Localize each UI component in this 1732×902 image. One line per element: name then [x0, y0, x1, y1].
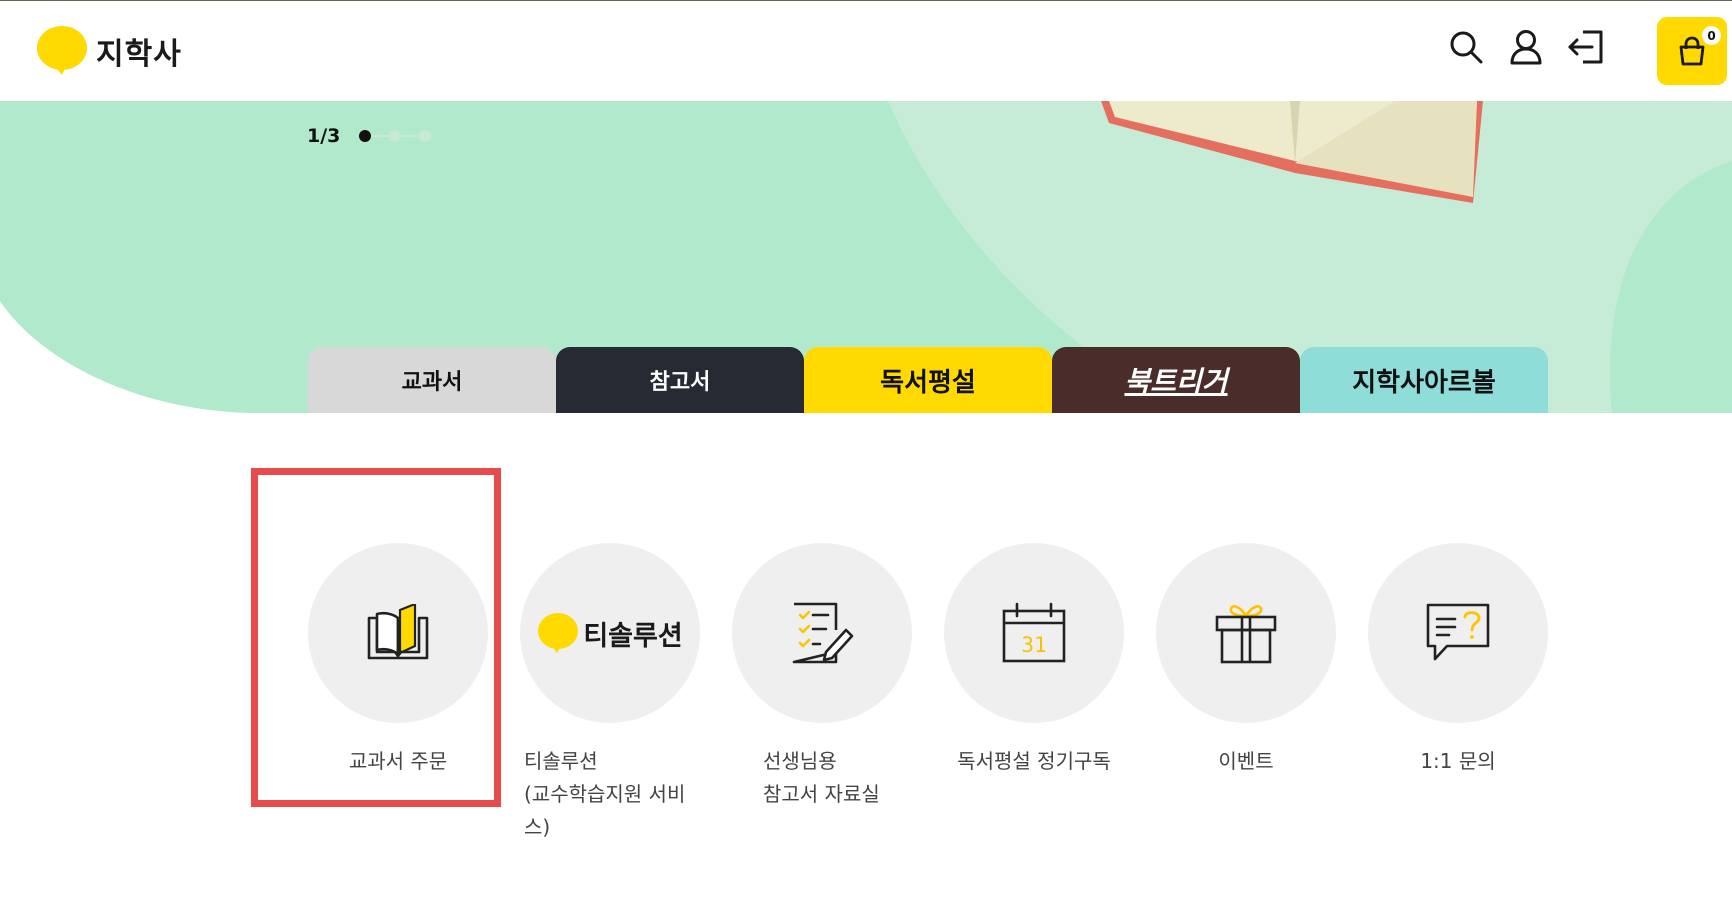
tab-label: 교과서 [401, 370, 463, 395]
menu-label: 독서평설 정기구독 [944, 745, 1124, 778]
menu-label-line1: 1:1 문의 [1420, 749, 1496, 773]
tab-label: 독서평설 [880, 367, 976, 398]
quick-menu-teacher-reference[interactable]: 선생님용 참고서 자료실 [732, 543, 912, 811]
site-header: 지학사 0 [0, 1, 1732, 101]
tab-reference-book[interactable]: 참고서 [556, 347, 804, 413]
menu-label: 1:1 문의 [1368, 745, 1548, 778]
slide-counter: 1/3 [307, 125, 341, 147]
calendar-icon: 31 [1002, 602, 1066, 663]
logo-speech-bubble-icon [37, 26, 87, 75]
gift-icon [1215, 605, 1277, 664]
pagination-dot-3[interactable] [419, 130, 431, 142]
pagination-dot-2[interactable] [389, 130, 401, 142]
tab-label: 북트리거 [1124, 365, 1228, 398]
book-illustration [1101, 101, 1483, 203]
menu-label: 이벤트 [1156, 745, 1336, 778]
menu-icon-circle: 31 [944, 543, 1124, 723]
tab-textbook[interactable]: 교과서 [308, 347, 556, 413]
tsolution-logo: 티솔루션 [537, 612, 683, 654]
quick-menu-event[interactable]: 이벤트 [1156, 543, 1336, 778]
quick-menu-reading-subscription[interactable]: 31 독서평설 정기구독 [944, 543, 1124, 778]
tab-booktrigger[interactable]: 북트리거 [1052, 347, 1300, 413]
menu-label-line1: 이벤트 [1218, 749, 1274, 773]
checklist-pen-icon [792, 602, 854, 664]
menu-label-line1: 티솔루션 [524, 749, 598, 773]
tab-jihaksa-arbol[interactable]: 지학사아르볼 [1300, 347, 1548, 413]
menu-label: 선생님용 참고서 자료실 [763, 745, 912, 811]
chat-question-icon [1426, 603, 1490, 661]
menu-icon-circle [732, 543, 912, 723]
tsolution-badge-icon [538, 613, 579, 653]
menu-label-line1: 교과서 주문 [348, 749, 448, 773]
site-logo[interactable]: 지학사 [36, 25, 182, 77]
login-button[interactable] [1566, 27, 1606, 67]
category-tabs: 교과서 참고서 독서평설 북트리거 지학사아르볼 [308, 347, 1548, 413]
cart-button[interactable]: 0 [1657, 17, 1727, 85]
menu-label-line1: 독서평설 정기구독 [957, 749, 1111, 773]
book-open-icon [367, 604, 429, 660]
my-page-button[interactable] [1506, 27, 1546, 67]
search-button[interactable] [1446, 27, 1486, 67]
quick-menu-inquiry[interactable]: 1:1 문의 [1368, 543, 1548, 778]
tab-label: 지학사아르볼 [1352, 367, 1496, 398]
tab-reading-review[interactable]: 독서평설 [804, 347, 1052, 413]
quick-menu-textbook-order[interactable]: 교과서 주문 [308, 543, 488, 778]
quick-menu-tsolution[interactable]: 티솔루션 티솔루션 (교수학습지원 서비스) [520, 543, 700, 844]
logo-text: 지학사 [96, 37, 182, 72]
tsolution-logo-text: 티솔루션 [583, 620, 683, 652]
menu-icon-circle: 티솔루션 [520, 543, 700, 723]
menu-label-line2: (교수학습지원 서비스) [524, 782, 686, 839]
pagination-dot-1[interactable] [359, 130, 371, 142]
menu-icon-circle [1368, 543, 1548, 723]
menu-icon-circle [1156, 543, 1336, 723]
login-icon [1568, 30, 1603, 64]
menu-label-line2: 참고서 자료실 [763, 782, 880, 806]
menu-label: 티솔루션 (교수학습지원 서비스) [524, 745, 700, 844]
search-icon [1450, 31, 1483, 64]
calendar-day-text: 31 [1021, 633, 1046, 657]
menu-icon-circle [308, 543, 488, 723]
user-icon [1510, 30, 1542, 65]
menu-label: 교과서 주문 [308, 745, 488, 778]
tab-label: 참고서 [649, 370, 711, 395]
menu-label-line1: 선생님용 [763, 749, 837, 773]
cart-count-badge: 0 [1702, 26, 1721, 45]
slide-pagination [359, 129, 431, 143]
